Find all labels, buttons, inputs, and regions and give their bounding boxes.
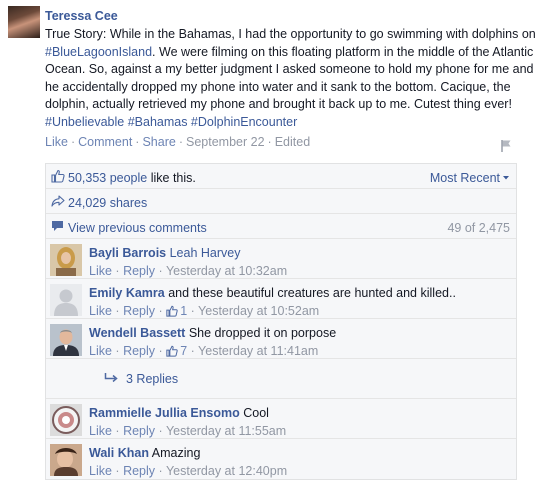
post-text-part-1: True Story: While in the Bahamas, I had …: [45, 27, 536, 41]
separator: ·: [178, 135, 183, 149]
comment-text: and these beautiful creatures are hunted…: [168, 286, 456, 300]
ufi-panel: 50,353 people like this. Most Recent 24,…: [45, 163, 517, 480]
comment-timestamp[interactable]: Yesterday at 11:55am: [166, 424, 286, 438]
separator: ·: [115, 264, 120, 278]
comment-body: Bayli Barrois Leah Harvey: [89, 246, 240, 260]
comment-reply-link[interactable]: Reply: [123, 304, 155, 318]
comment-timestamp[interactable]: Yesterday at 10:32am: [166, 264, 287, 278]
comment-text: Amazing: [151, 446, 201, 460]
comment-timestamp[interactable]: Yesterday at 10:52am: [198, 304, 319, 318]
comment-count: 49 of 2,475: [447, 221, 510, 235]
comment-reply-link[interactable]: Reply: [123, 464, 155, 478]
comment-actions: Like · Reply · 1 · Yesterday at 10:52am: [89, 304, 319, 318]
thumbs-up-icon: [166, 345, 178, 357]
avatar[interactable]: [50, 284, 82, 316]
view-previous-row: View previous comments 49 of 2,475: [46, 214, 516, 239]
likes-count-link[interactable]: 50,353 people: [68, 171, 147, 185]
separator: ·: [190, 304, 195, 318]
like-link[interactable]: Like: [45, 135, 68, 149]
comment-body: Wendell Bassett She dropped it on porpos…: [89, 326, 336, 340]
hashtags[interactable]: #Unbelievable #Bahamas #DolphinEncounter: [45, 115, 297, 129]
comment-bubble-icon: [52, 221, 63, 231]
comment-timestamp[interactable]: Yesterday at 11:41am: [198, 344, 318, 358]
post-actions: Like · Comment · Share · September 22 · Edited: [45, 135, 310, 149]
comment-item: Wendell Bassett She dropped it on porpos…: [46, 319, 516, 359]
share-arrow-icon: [51, 195, 65, 207]
comment-actions: Like · Reply · Yesterday at 10:32am: [89, 264, 287, 278]
commenter-name[interactable]: Emily Kamra: [89, 286, 165, 300]
separator: ·: [158, 344, 163, 358]
avatar[interactable]: [50, 404, 82, 436]
replies-row[interactable]: 3 Replies: [46, 359, 516, 399]
separator: ·: [115, 304, 120, 318]
view-replies-link[interactable]: 3 Replies: [126, 372, 178, 386]
sort-label: Most Recent: [429, 171, 500, 185]
comment-text: Cool: [243, 406, 269, 420]
edited-label[interactable]: Edited: [275, 135, 310, 149]
likes-row: 50,353 people like this. Most Recent: [46, 164, 516, 189]
commenter-name[interactable]: Wendell Bassett: [89, 326, 185, 340]
author-name[interactable]: Teressa Cee: [45, 9, 118, 23]
comment-actions: Like · Reply · Yesterday at 11:55am: [89, 424, 286, 438]
comment-item: Bayli Barrois Leah Harvey Like · Reply ·…: [46, 239, 516, 279]
comment-like-count[interactable]: 1: [180, 304, 187, 318]
thumbs-up-icon: [51, 169, 65, 183]
commenter-name[interactable]: Bayli Barrois: [89, 246, 166, 260]
avatar[interactable]: [50, 244, 82, 276]
comment-like-link[interactable]: Like: [89, 264, 112, 278]
separator: ·: [190, 344, 195, 358]
comment-body: Wali Khan Amazing: [89, 446, 200, 460]
flag-icon[interactable]: [500, 139, 512, 153]
likes-suffix: like this.: [147, 171, 196, 185]
comment-item: Rammielle Jullia Ensomo Cool Like · Repl…: [46, 399, 516, 439]
separator: ·: [158, 424, 163, 438]
separator: ·: [158, 304, 163, 318]
thumbs-up-icon: [166, 305, 178, 317]
tagged-user[interactable]: Leah Harvey: [170, 246, 241, 260]
comment-body: Emily Kamra and these beautiful creature…: [89, 286, 456, 300]
post-date[interactable]: September 22: [186, 135, 265, 149]
view-previous-comments-link[interactable]: View previous comments: [68, 221, 207, 235]
separator: ·: [158, 464, 163, 478]
comment-like-link[interactable]: Like: [89, 464, 112, 478]
comment-body: Rammielle Jullia Ensomo Cool: [89, 406, 269, 420]
commenter-name[interactable]: Rammielle Jullia Ensomo: [89, 406, 240, 420]
separator: ·: [115, 464, 120, 478]
separator: ·: [70, 135, 76, 149]
caret-down-icon: [503, 176, 509, 180]
separator: ·: [115, 344, 120, 358]
sort-dropdown[interactable]: Most Recent: [430, 171, 510, 185]
comment-actions: Like · Reply · 7 · Yesterday at 11:41am: [89, 344, 318, 358]
shares-row: 24,029 shares: [46, 189, 516, 214]
comment-like-count[interactable]: 7: [180, 344, 187, 358]
comment-like-link[interactable]: Like: [89, 304, 112, 318]
comment-reply-link[interactable]: Reply: [123, 424, 155, 438]
author-avatar[interactable]: [8, 6, 40, 38]
likes-summary: 50,353 people like this.: [68, 171, 196, 185]
comment-actions: Like · Reply · Yesterday at 12:40pm: [89, 464, 287, 478]
separator: ·: [135, 135, 140, 149]
post-text: True Story: While in the Bahamas, I had …: [45, 26, 540, 131]
comment-reply-link[interactable]: Reply: [123, 344, 155, 358]
comment-reply-link[interactable]: Reply: [123, 264, 155, 278]
separator: ·: [158, 264, 163, 278]
comment-item: Wali Khan Amazing Like · Reply · Yesterd…: [46, 439, 516, 479]
hashtag-bluelagoon[interactable]: #BlueLagoonIsland: [45, 45, 152, 59]
comment-like-link[interactable]: Like: [89, 424, 112, 438]
comment-like-link[interactable]: Like: [89, 344, 112, 358]
avatar[interactable]: [50, 324, 82, 356]
comment-text: She dropped it on porpose: [188, 326, 337, 340]
avatar[interactable]: [50, 444, 82, 476]
separator: ·: [115, 424, 120, 438]
comment-timestamp[interactable]: Yesterday at 12:40pm: [166, 464, 287, 478]
shares-link[interactable]: 24,029 shares: [68, 196, 147, 210]
comment-link[interactable]: Comment: [78, 135, 132, 149]
reply-arrow-icon: [104, 373, 118, 383]
separator: ·: [267, 135, 272, 149]
comment-item: Emily Kamra and these beautiful creature…: [46, 279, 516, 319]
commenter-name[interactable]: Wali Khan: [89, 446, 149, 460]
share-link[interactable]: Share: [142, 135, 175, 149]
